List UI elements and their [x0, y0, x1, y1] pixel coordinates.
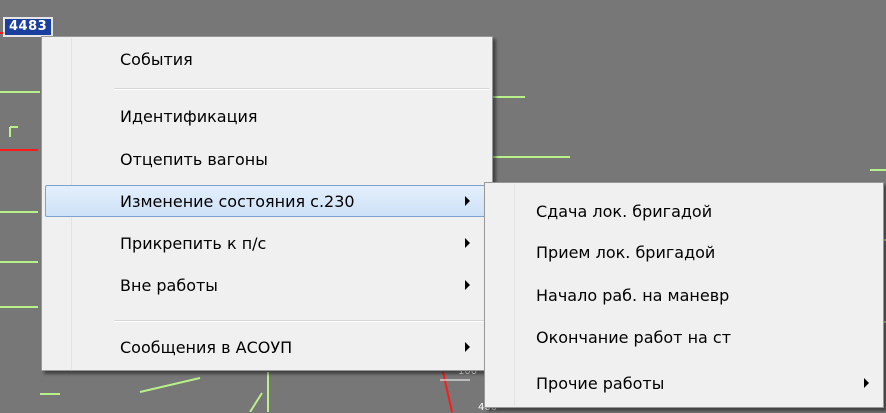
submenu-arrow-icon	[465, 196, 470, 206]
menu-item-label: Отцепить вагоны	[120, 150, 268, 169]
menu-item-uncouple-wagons[interactable]: Отцепить вагоны	[45, 143, 489, 175]
menu-item-identification[interactable]: Идентификация	[45, 100, 489, 132]
submenu-item-other-work[interactable]: Прочие работы	[488, 367, 880, 399]
menu-item-attach-to-rolling-stock[interactable]: Прикрепить к п/с	[45, 227, 489, 259]
menu-item-label: Изменение состояния с.230	[120, 192, 355, 211]
submenu-item-start-shunting[interactable]: Начало раб. на маневр	[488, 279, 880, 311]
track-segment	[139, 377, 201, 393]
context-menu: События Идентификация Отцепить вагоны Из…	[41, 36, 493, 371]
submenu-arrow-icon	[465, 280, 470, 290]
submenu-item-handover-crew[interactable]: Сдача лок. бригадой	[488, 195, 880, 227]
menu-item-out-of-service[interactable]: Вне работы	[45, 269, 489, 301]
submenu-arrow-icon	[465, 342, 470, 352]
menu-item-asoup-messages[interactable]: Сообщения в АСОУП	[45, 331, 489, 363]
train-number-label[interactable]: 4483	[3, 17, 53, 37]
menu-item-label: Прочие работы	[536, 374, 665, 393]
track-segment	[249, 392, 263, 412]
menu-item-label: События	[120, 50, 193, 69]
submenu-item-end-station-work[interactable]: Окончание работ на ст	[488, 321, 880, 353]
menu-item-label: Начало раб. на маневр	[536, 286, 730, 305]
menu-item-label: Идентификация	[120, 107, 258, 126]
submenu-arrow-icon	[864, 378, 869, 388]
menu-separator	[114, 320, 489, 322]
menu-item-label: Вне работы	[120, 276, 218, 295]
menu-item-label: Сообщения в АСОУП	[120, 338, 293, 357]
submenu-arrow-icon	[465, 238, 470, 248]
menu-item-label: Прием лок. бригадой	[536, 243, 716, 262]
submenu: Сдача лок. бригадой Прием лок. бригадой …	[484, 182, 884, 408]
submenu-item-accept-crew[interactable]: Прием лок. бригадой	[488, 236, 880, 268]
menu-separator	[114, 88, 489, 90]
menu-item-label: Сдача лок. бригадой	[536, 202, 713, 221]
menu-item-events[interactable]: События	[45, 43, 489, 75]
menu-item-change-state[interactable]: Изменение состояния с.230	[45, 185, 489, 217]
menu-item-label: Прикрепить к п/с	[120, 234, 267, 253]
menu-item-label: Окончание работ на ст	[536, 328, 732, 347]
track-segment-red	[442, 371, 453, 412]
